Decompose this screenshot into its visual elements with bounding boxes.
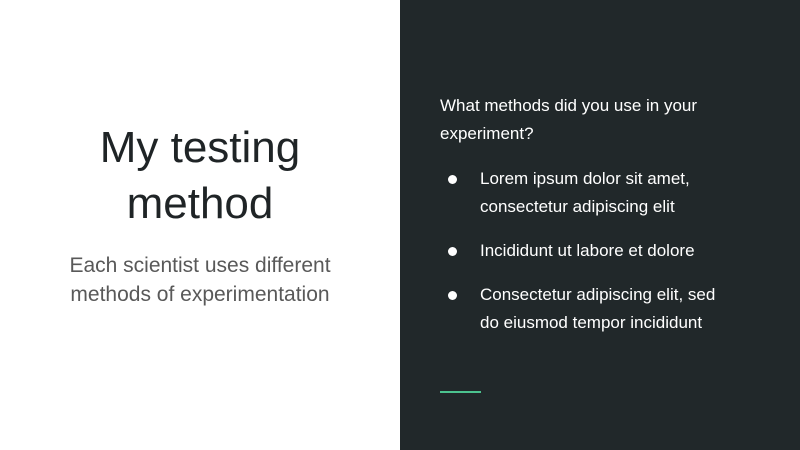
bullet-dot-icon bbox=[448, 247, 457, 256]
slide-subtitle-line: Each scientist uses different bbox=[69, 254, 331, 277]
bullet-dot-icon bbox=[448, 175, 457, 184]
left-panel: My testing method Each scientist uses di… bbox=[0, 0, 400, 450]
question-text: What methods did you use in your experim… bbox=[440, 92, 770, 148]
bullet-text-line: Incididunt ut labore et dolore bbox=[480, 241, 695, 260]
slide: My testing method Each scientist uses di… bbox=[0, 0, 800, 450]
right-panel: What methods did you use in your experim… bbox=[400, 0, 800, 450]
bullet-item: Consectetur adipiscing elit, sed do eius… bbox=[440, 281, 780, 337]
question-line: What methods did you use in your bbox=[440, 96, 698, 115]
slide-title-line: My testing bbox=[99, 123, 301, 172]
slide-title: My testing method bbox=[0, 120, 400, 232]
bullet-text-line: Consectetur adipiscing elit, sed bbox=[480, 285, 716, 304]
slide-subtitle-line: methods of experimentation bbox=[70, 283, 330, 306]
bullet-item: Incididunt ut labore et dolore bbox=[440, 237, 780, 265]
slide-title-line: method bbox=[126, 179, 274, 228]
bullet-text-line: do eiusmod tempor incididunt bbox=[480, 313, 703, 332]
bullet-item: Lorem ipsum dolor sit amet, consectetur … bbox=[440, 165, 780, 221]
bullet-text-line: Lorem ipsum dolor sit amet, bbox=[480, 169, 690, 188]
bullet-text-line: consectetur adipiscing elit bbox=[480, 197, 675, 216]
slide-subtitle: Each scientist uses different methods of… bbox=[30, 251, 370, 309]
bullet-dot-icon bbox=[448, 291, 457, 300]
bullet-list: Lorem ipsum dolor sit amet, consectetur … bbox=[440, 165, 780, 353]
accent-divider bbox=[440, 391, 481, 393]
question-line: experiment? bbox=[440, 124, 534, 143]
